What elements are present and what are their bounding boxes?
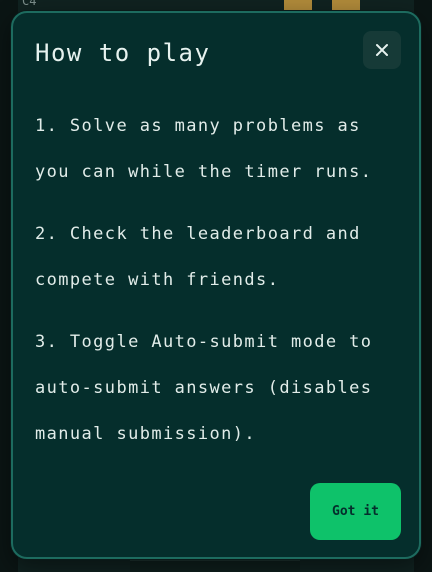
instruction-step-1: 1. Solve as many problems as you can whi… [35, 116, 373, 182]
close-icon [376, 44, 388, 56]
background-corner-label: C4 [22, 0, 37, 8]
how-to-play-dialog: How to play 1. Solve as many problems as… [11, 11, 421, 559]
close-button[interactable] [363, 31, 401, 69]
background-tile [332, 0, 360, 10]
background-footer [130, 560, 300, 572]
instruction-step-3: 3. Toggle Auto-submit mode to auto-submi… [35, 332, 373, 444]
instructions-list: 1. Solve as many problems as you can whi… [35, 103, 405, 473]
dialog-title: How to play [35, 39, 211, 67]
got-it-button[interactable]: Got it [310, 483, 401, 540]
instruction-step-2: 2. Check the leaderboard and compete wit… [35, 224, 361, 290]
background-tile [284, 0, 312, 10]
